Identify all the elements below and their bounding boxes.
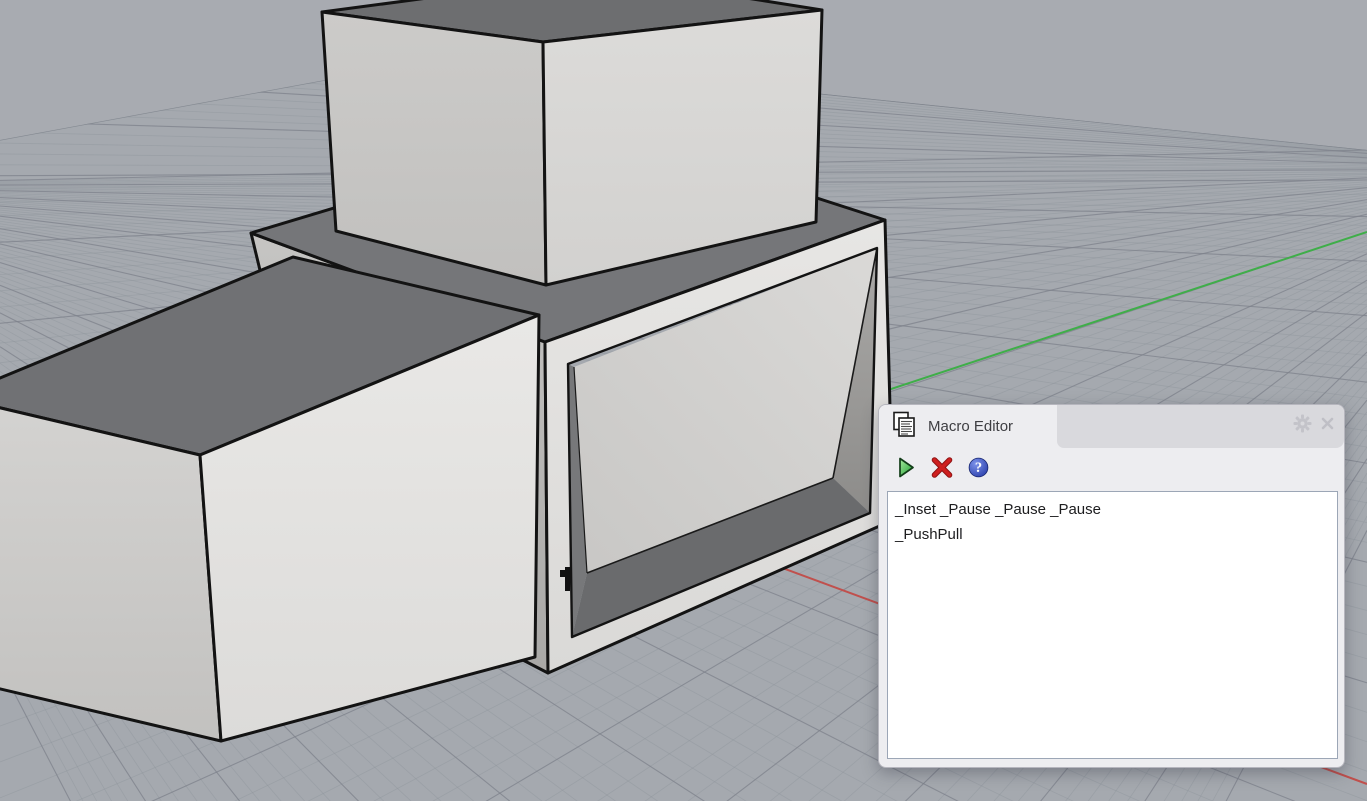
panel-close-button[interactable] xyxy=(1317,416,1337,435)
macro-line: _PushPull xyxy=(895,526,963,543)
macro-document-icon xyxy=(891,411,918,443)
application-window: Macro Editor ? _Inset _Pause _Pause _Pau… xyxy=(0,0,1367,801)
gear-icon xyxy=(1293,414,1312,438)
macro-line: _Inset _Pause _Pause _Pause xyxy=(895,501,1101,518)
close-icon xyxy=(1321,417,1334,435)
help-icon: ? xyxy=(968,457,989,483)
svg-text:?: ? xyxy=(974,460,981,476)
panel-settings-button[interactable] xyxy=(1292,414,1312,438)
macro-toolbar: ? xyxy=(879,448,1344,491)
macro-editor-tab[interactable]: Macro Editor xyxy=(879,405,1057,448)
clear-macro-button[interactable] xyxy=(930,456,954,483)
panel-title: Macro Editor xyxy=(928,418,1014,435)
red-x-icon xyxy=(931,456,953,483)
play-icon xyxy=(898,457,915,483)
help-button[interactable]: ? xyxy=(966,457,990,483)
macro-editor-panel: Macro Editor ? _Inset _Pause _Pause _Pau… xyxy=(878,404,1345,768)
run-macro-button[interactable] xyxy=(894,457,918,483)
macro-text-area[interactable]: _Inset _Pause _Pause _Pause _PushPull xyxy=(887,491,1338,759)
